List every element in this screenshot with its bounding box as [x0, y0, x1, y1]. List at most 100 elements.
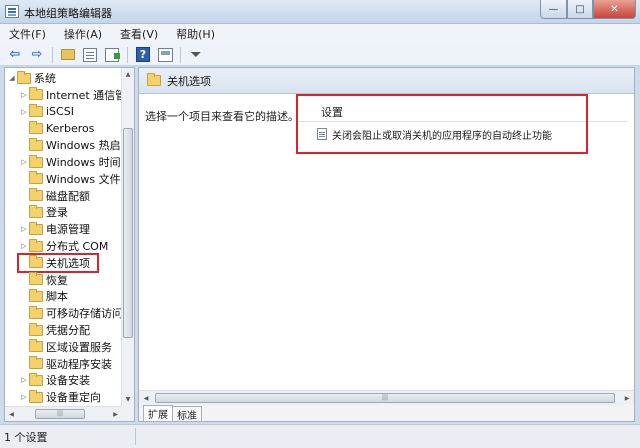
tree-item-label: 登录	[46, 206, 68, 220]
tree-horizontal-scrollbar[interactable]: ◀ ||| ▶	[5, 406, 122, 421]
tree-item-label: Internet 通信管	[46, 88, 122, 102]
tree-item-label: Windows 热启动	[46, 139, 122, 153]
scroll-left-icon[interactable]: ◀	[139, 391, 153, 405]
menu-action[interactable]: 操作(A)	[61, 25, 105, 43]
properties-button[interactable]	[156, 46, 174, 64]
scroll-left-icon[interactable]: ◀	[5, 407, 18, 421]
tree-item-label: 恢复	[46, 273, 68, 287]
tree-item-label: 分布式 COM	[46, 240, 109, 253]
filter-button[interactable]: ⏷	[187, 46, 205, 64]
expander-icon	[19, 322, 29, 338]
tree-item[interactable]: ▷ Internet 通信管	[19, 87, 122, 103]
folder-icon	[29, 204, 43, 218]
tab-extended[interactable]: 扩展	[143, 405, 173, 421]
tree-item[interactable]: ▷ 电源管理	[19, 221, 122, 237]
tree-item[interactable]: 恢复	[19, 272, 122, 288]
tree-item-selected[interactable]: 关机选项	[17, 252, 99, 273]
tree-item[interactable]: Windows 文件保	[19, 171, 122, 187]
expander-icon[interactable]: ▷	[19, 104, 29, 120]
status-bar: 1 个设置	[0, 424, 640, 448]
folder-icon	[29, 154, 43, 168]
tree-vertical-scrollbar[interactable]: ▲ ▼	[121, 68, 134, 406]
toolbar: ⇦ ⇨ ? ⏷	[0, 44, 640, 66]
expander-icon[interactable]: ▷	[19, 238, 29, 254]
scroll-down-icon[interactable]: ▼	[122, 393, 134, 406]
expander-icon	[19, 339, 29, 355]
tree-item-label: 可移动存储访问	[46, 307, 122, 321]
description-text: 选择一个项目来查看它的描述。	[145, 110, 299, 123]
forward-button[interactable]: ⇨	[28, 46, 46, 64]
menu-view[interactable]: 查看(V)	[117, 25, 161, 43]
toolbar-separator	[127, 46, 128, 63]
expander-icon[interactable]: ▷	[19, 389, 29, 405]
tree-item[interactable]: ▷ 设备重定向	[19, 389, 122, 405]
help-button[interactable]: ?	[134, 46, 152, 64]
tree-item[interactable]: 登录	[19, 204, 122, 220]
expander-icon	[19, 288, 29, 304]
export-list-button[interactable]	[103, 46, 121, 64]
folder-icon	[29, 221, 43, 235]
properties-icon	[157, 47, 173, 62]
help-icon: ?	[136, 47, 150, 62]
back-button[interactable]: ⇦	[6, 46, 24, 64]
tree-item[interactable]: ◢ 系统	[7, 70, 122, 86]
expander-icon	[19, 356, 29, 372]
folder-icon	[29, 272, 43, 286]
folder-icon	[29, 238, 43, 252]
tree-item-label: 驱动程序安装	[46, 357, 112, 371]
expander-icon[interactable]: ▷	[19, 221, 29, 237]
minimize-button[interactable]: —	[540, 0, 567, 19]
folder-icon	[29, 137, 43, 151]
folder-icon	[29, 356, 43, 370]
tree-item[interactable]: ▷ 设备安装	[19, 372, 122, 388]
up-folder-button[interactable]	[59, 46, 77, 64]
close-button[interactable]: ✕	[593, 0, 636, 19]
scroll-up-icon[interactable]: ▲	[122, 68, 134, 81]
tree-item[interactable]: 驱动程序安装	[19, 356, 122, 372]
expander-icon	[19, 272, 29, 288]
expander-icon	[19, 171, 29, 187]
tree-item[interactable]: 区域设置服务	[19, 339, 122, 355]
details-horizontal-scrollbar[interactable]: ◀ ||| ▶	[139, 390, 634, 405]
folder-icon	[29, 389, 43, 403]
details-header-title: 关机选项	[167, 74, 211, 88]
title-bar: 本地组策略编辑器 — □ ✕	[0, 0, 640, 24]
tree-item[interactable]: 磁盘配额	[19, 188, 122, 204]
expander-icon[interactable]: ▷	[19, 154, 29, 170]
scroll-thumb[interactable]: |||	[35, 409, 85, 419]
maximize-button[interactable]: □	[567, 0, 593, 19]
tree-item[interactable]: 可移动存储访问	[19, 305, 122, 321]
expander-icon[interactable]: ▷	[19, 372, 29, 388]
folder-icon	[29, 322, 43, 336]
toolbar-separator	[52, 46, 53, 63]
tab-standard[interactable]: 标准	[172, 406, 202, 422]
expander-icon[interactable]: ◢	[7, 70, 17, 86]
window-title: 本地组策略编辑器	[24, 7, 112, 20]
scroll-thumb[interactable]	[123, 128, 133, 338]
expander-icon	[19, 120, 29, 136]
tree-item-label: 电源管理	[46, 223, 90, 237]
expander-icon	[19, 204, 29, 220]
menu-bar: 文件(F) 操作(A) 查看(V) 帮助(H)	[0, 24, 640, 44]
tree-item[interactable]: Windows 热启动	[19, 137, 122, 153]
folder-icon	[17, 70, 31, 84]
scroll-right-icon[interactable]: ▶	[620, 391, 634, 405]
tree-item[interactable]: ▷ Windows 时间服	[19, 154, 122, 170]
tree-item-label: 关机选项	[46, 256, 90, 270]
folder-icon	[29, 372, 43, 386]
view-tabs: 扩展 标准	[139, 405, 634, 422]
menu-file[interactable]: 文件(F)	[6, 25, 49, 43]
folder-icon	[29, 288, 43, 302]
expander-icon[interactable]: ▷	[19, 87, 29, 103]
tree-item[interactable]: 脚本	[19, 288, 122, 304]
app-icon	[5, 5, 19, 18]
tree-item[interactable]: ▷ iSCSI	[19, 104, 122, 120]
scroll-thumb[interactable]: |||	[155, 393, 615, 403]
show-hide-tree-button[interactable]	[81, 46, 99, 64]
tree-item[interactable]: 凭据分配	[19, 322, 122, 338]
tree-list: ◢ 系统 ▷ Internet 通信管 ▷ iSCSI Kerberos Windows 热启…	[5, 68, 122, 406]
tree-item[interactable]: Kerberos	[19, 120, 122, 136]
status-text: 1 个设置	[4, 430, 48, 444]
tree-item[interactable]: ▷ 分布式 COM	[19, 238, 122, 254]
menu-help[interactable]: 帮助(H)	[173, 25, 218, 43]
